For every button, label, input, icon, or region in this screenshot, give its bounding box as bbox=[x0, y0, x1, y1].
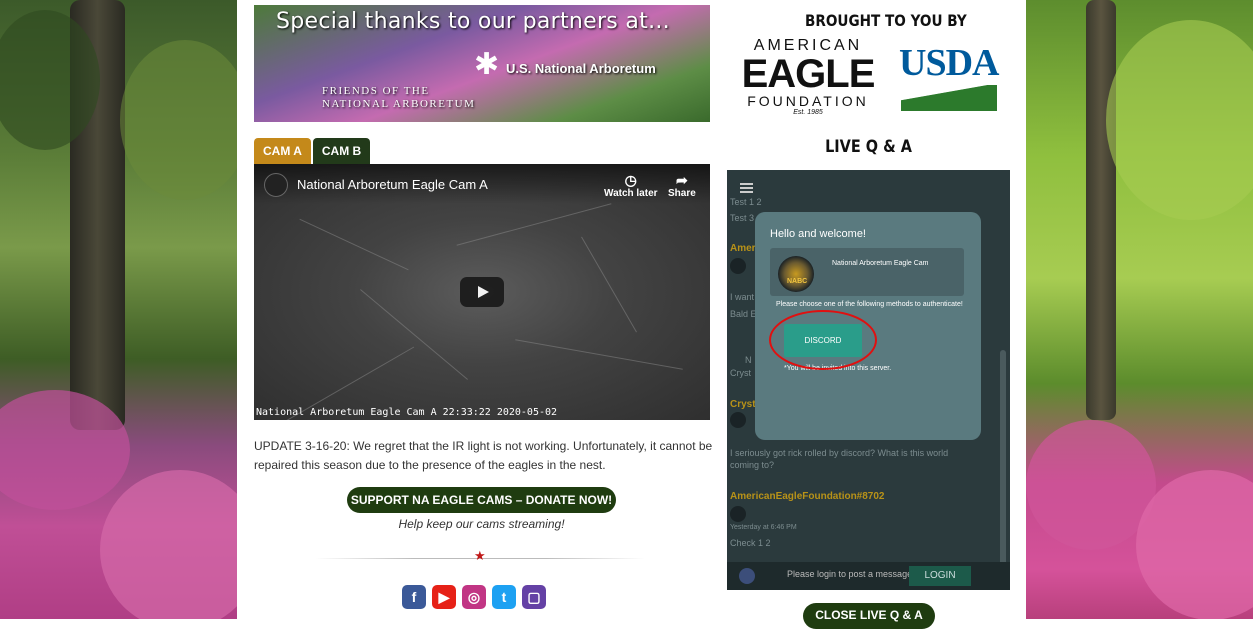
chat-message: Check 1 2 bbox=[730, 538, 771, 548]
brought-to-you-by: BROUGHT TO YOU BY bbox=[805, 11, 967, 30]
help-keep-streaming-text: Help keep our cams streaming! bbox=[398, 517, 565, 531]
tab-cam-b[interactable]: CAM B bbox=[312, 138, 371, 164]
foliage bbox=[1106, 20, 1253, 220]
watch-later-button[interactable]: ◷ Watch later bbox=[604, 172, 658, 199]
social-links: f ▶ ◎ t ▢ bbox=[402, 585, 546, 609]
azalea-flowers bbox=[100, 470, 237, 619]
usda-text: USDA bbox=[899, 42, 999, 84]
background-right-photo bbox=[1026, 0, 1253, 619]
share-label: Share bbox=[668, 188, 696, 199]
channel-avatar[interactable] bbox=[264, 173, 288, 197]
friends-line1: FRIENDS OF THE bbox=[322, 85, 430, 97]
chat-message: Test 1 2 bbox=[730, 197, 762, 207]
tab-cam-a[interactable]: CAM A bbox=[254, 138, 311, 164]
twitch-icon[interactable]: ▢ bbox=[522, 585, 546, 609]
video-texture bbox=[360, 289, 468, 380]
user-avatar-icon bbox=[739, 568, 755, 584]
us-national-arboretum-logo: U.S. National Arboretum bbox=[506, 61, 656, 76]
chat-username: AmericanEagleFoundation#8702 bbox=[730, 491, 885, 502]
video-texture bbox=[456, 203, 612, 246]
facebook-icon[interactable]: f bbox=[402, 585, 426, 609]
arboretum-leaf-icon: ✱ bbox=[474, 48, 500, 81]
tree-trunk bbox=[1086, 0, 1116, 420]
video-title[interactable]: National Arboretum Eagle Cam A bbox=[297, 177, 488, 192]
chat-scrollbar[interactable] bbox=[1000, 350, 1006, 580]
chat-footer: Please login to post a message. LOGIN bbox=[727, 562, 1010, 590]
usda-logo: USDA bbox=[899, 41, 999, 115]
server-name: National Arboretum Eagle Cam bbox=[832, 260, 929, 267]
video-timestamp-overlay: National Arboretum Eagle Cam A 22:33:22 … bbox=[256, 407, 558, 418]
usda-field-graphic bbox=[901, 85, 997, 111]
server-card: NABC National Arboretum Eagle Cam bbox=[770, 248, 964, 296]
foliage bbox=[120, 40, 237, 200]
video-player[interactable]: National Arboretum Eagle Cam A ◷ Watch l… bbox=[254, 164, 710, 420]
avatar bbox=[730, 258, 746, 274]
avatar bbox=[730, 506, 746, 522]
main-content: Special thanks to our partners at... FRI… bbox=[237, 0, 1026, 629]
login-prompt: Please login to post a message. bbox=[787, 569, 915, 579]
ir-light-update-notice: UPDATE 3-16-20: We regret that the IR li… bbox=[254, 439, 713, 472]
friends-line2: NATIONAL ARBORETUM bbox=[322, 98, 476, 110]
video-texture bbox=[299, 218, 409, 271]
share-arrow-icon: ➦ bbox=[676, 172, 688, 188]
auth-instructions: Please choose one of the following metho… bbox=[776, 301, 963, 308]
twitter-icon[interactable]: t bbox=[492, 585, 516, 609]
live-qa-title: LIVE Q & A bbox=[825, 137, 912, 157]
chat-message: Cryst bbox=[730, 368, 751, 378]
chat-message: N bbox=[745, 355, 752, 365]
star-icon: ★ bbox=[474, 548, 486, 563]
avatar bbox=[730, 412, 746, 428]
instagram-icon[interactable]: ◎ bbox=[462, 585, 486, 609]
modal-greeting: Hello and welcome! bbox=[770, 228, 866, 240]
aef-bottom: FOUNDATION bbox=[747, 93, 869, 109]
chat-widget[interactable]: Test 1 2 Test 3 4 Ameri I want Bald E N … bbox=[727, 170, 1010, 590]
friends-of-arboretum-logo: FRIENDS OF THE NATIONAL ARBORETUM bbox=[322, 85, 475, 111]
watch-later-label: Watch later bbox=[604, 188, 658, 199]
cam-tabs: CAM A CAM B bbox=[254, 138, 372, 164]
partners-banner[interactable]: Special thanks to our partners at... FRI… bbox=[254, 5, 710, 122]
server-avatar-text: NABC bbox=[787, 278, 808, 285]
video-texture bbox=[581, 236, 637, 333]
red-highlight-circle bbox=[769, 310, 877, 370]
youtube-icon[interactable]: ▶ bbox=[432, 585, 456, 609]
chat-message: Bald E bbox=[730, 309, 757, 319]
share-button[interactable]: ➦ Share bbox=[668, 172, 696, 199]
sponsor-banner[interactable]: BROUGHT TO YOU BY AMERICAN EAGLE FOUNDAT… bbox=[727, 5, 1010, 122]
chat-message: I want bbox=[730, 292, 755, 302]
play-button[interactable] bbox=[460, 277, 504, 307]
aef-mid: EAGLE bbox=[741, 52, 876, 96]
server-avatar: NABC bbox=[778, 256, 814, 292]
chat-message: I seriously got rick rolled by discord? … bbox=[730, 448, 949, 470]
aef-est: Est. 1985 bbox=[793, 109, 823, 116]
close-live-qa-button[interactable]: CLOSE LIVE Q & A bbox=[803, 603, 935, 629]
hamburger-menu-icon[interactable] bbox=[740, 183, 753, 193]
login-button[interactable]: LOGIN bbox=[909, 566, 971, 586]
background-left-photo bbox=[0, 0, 237, 619]
partners-thanks-text: Special thanks to our partners at... bbox=[276, 9, 670, 34]
american-eagle-foundation-logo: AMERICAN EAGLE FOUNDATION Est. 1985 bbox=[733, 37, 883, 116]
clock-icon: ◷ bbox=[624, 172, 637, 188]
video-texture bbox=[515, 339, 683, 370]
donate-button[interactable]: SUPPORT NA EAGLE CAMS – DONATE NOW! bbox=[347, 487, 616, 513]
chat-timestamp: Yesterday at 6:46 PM bbox=[730, 524, 797, 531]
